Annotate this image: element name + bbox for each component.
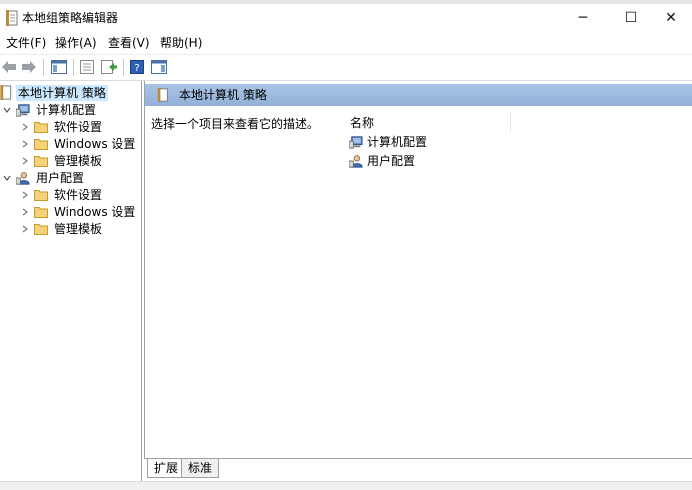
- forward-arrow-icon[interactable]: [20, 59, 38, 75]
- folder-icon: [34, 155, 48, 167]
- folder-icon: [34, 223, 48, 235]
- policy-document-icon: [0, 85, 12, 100]
- column-header-name[interactable]: 名称: [350, 112, 511, 132]
- tree-item-computer-software[interactable]: 软件设置: [20, 118, 104, 135]
- window-title: 本地组策略编辑器: [22, 11, 119, 25]
- menu-help[interactable]: 帮助(H): [159, 35, 203, 51]
- title-bar: 本地组策略编辑器 ─ ☐ ✕: [0, 4, 692, 32]
- close-button[interactable]: ✕: [648, 4, 692, 32]
- folder-icon: [34, 206, 48, 218]
- tree-root[interactable]: 本地计算机 策略: [0, 84, 108, 101]
- toolbar: ?: [0, 54, 692, 81]
- minimize-button[interactable]: ─: [560, 4, 606, 32]
- chevron-right-icon[interactable]: [20, 156, 30, 166]
- tree-item-label: Windows 设置: [54, 204, 136, 219]
- back-arrow-icon[interactable]: [0, 59, 18, 75]
- show-hide-tree-icon[interactable]: [50, 59, 68, 75]
- list-item-user-config[interactable]: 用户配置: [349, 152, 415, 169]
- user-icon: [349, 154, 363, 168]
- tab-standard[interactable]: 标准: [181, 459, 220, 478]
- svg-text:?: ?: [134, 63, 139, 74]
- menu-bar: 文件(F) 操作(A) 查看(V) 帮助(H): [0, 33, 692, 53]
- menu-view[interactable]: 查看(V): [107, 35, 151, 51]
- list-item-label: 计算机配置: [367, 135, 428, 149]
- tree-root-label: 本地计算机 策略: [16, 84, 108, 101]
- chevron-right-icon[interactable]: [20, 190, 30, 200]
- properties-icon[interactable]: [78, 59, 96, 75]
- tree-item-user-config[interactable]: 用户配置: [2, 169, 86, 186]
- toolbar-separator: [123, 59, 124, 76]
- show-action-pane-icon[interactable]: [150, 59, 168, 75]
- folder-icon: [34, 121, 48, 133]
- chevron-down-icon[interactable]: [2, 105, 12, 115]
- folder-icon: [34, 189, 48, 201]
- details-pane: 本地计算机 策略 选择一个项目来查看它的描述。 名称 计算机配置 用户配置: [144, 81, 692, 481]
- tree-item-user-software[interactable]: 软件设置: [20, 186, 104, 203]
- tree-item-computer-windows[interactable]: Windows 设置: [20, 135, 137, 152]
- toolbar-separator: [43, 59, 44, 76]
- description-text: 选择一个项目来查看它的描述。: [151, 117, 320, 131]
- tree-item-user-admin[interactable]: 管理模板: [20, 220, 104, 237]
- policy-document-icon: [157, 88, 168, 102]
- user-icon: [16, 171, 30, 185]
- tree-item-computer-config[interactable]: 计算机配置: [2, 101, 98, 118]
- view-tabs: 扩展 标准: [144, 458, 692, 481]
- export-list-icon[interactable]: [100, 59, 118, 75]
- tree-item-label: 管理模板: [54, 221, 103, 236]
- tree-item-label: 用户配置: [36, 170, 85, 185]
- tree-item-computer-admin[interactable]: 管理模板: [20, 152, 104, 169]
- details-header: 本地计算机 策略: [145, 84, 692, 106]
- computer-icon: [16, 103, 30, 117]
- tree-item-label: 软件设置: [54, 119, 103, 134]
- menu-action[interactable]: 操作(A): [54, 35, 98, 51]
- help-icon[interactable]: ?: [128, 59, 146, 75]
- list-item-computer-config[interactable]: 计算机配置: [349, 133, 427, 150]
- chevron-right-icon[interactable]: [20, 207, 30, 217]
- tree-item-label: 软件设置: [54, 187, 103, 202]
- toolbar-separator: [73, 59, 74, 76]
- chevron-right-icon[interactable]: [20, 224, 30, 234]
- tree-item-label: 计算机配置: [36, 102, 97, 117]
- tab-extended[interactable]: 扩展: [147, 459, 186, 478]
- menu-file[interactable]: 文件(F): [5, 35, 47, 51]
- chevron-down-icon[interactable]: [2, 173, 12, 183]
- folder-icon: [34, 138, 48, 150]
- list-item-label: 用户配置: [367, 154, 416, 168]
- policy-document-icon: [6, 10, 18, 26]
- column-header-label: 名称: [350, 116, 375, 130]
- computer-icon: [349, 135, 363, 149]
- details-header-title: 本地计算机 策略: [179, 88, 267, 102]
- tree-item-label: 管理模板: [54, 153, 103, 168]
- chevron-right-icon[interactable]: [20, 139, 30, 149]
- tree-pane: 本地计算机 策略 计算机配置 软件设置 Windows 设置 管理模板 用户配置…: [0, 81, 142, 481]
- tree-item-label: Windows 设置: [54, 136, 136, 151]
- tree-item-user-windows[interactable]: Windows 设置: [20, 203, 137, 220]
- chevron-right-icon[interactable]: [20, 122, 30, 132]
